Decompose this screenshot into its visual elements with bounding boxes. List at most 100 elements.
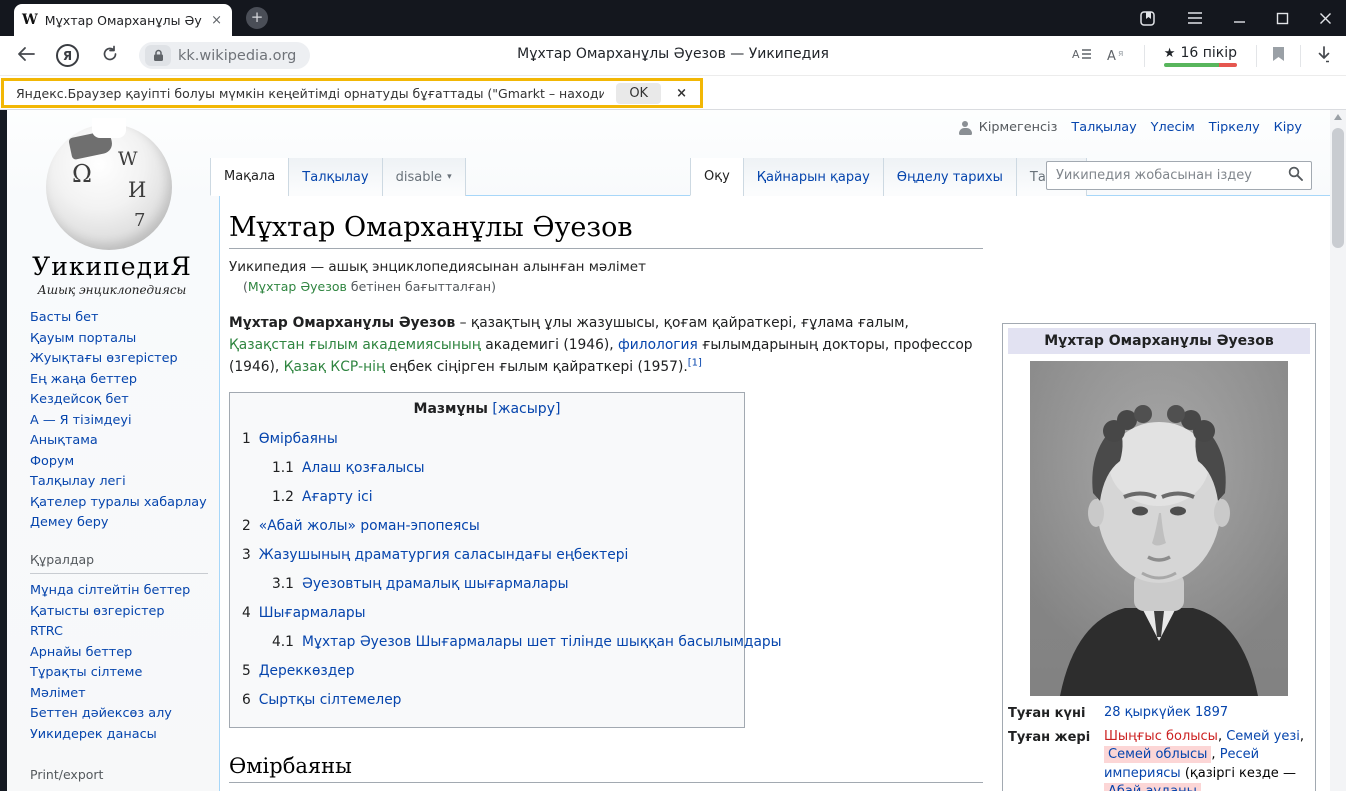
personal-link[interactable]: Тіркелу [1209,120,1260,135]
infobox-rows: Туған күні 28 қыркүйек 1897 Туған жері Ш… [1008,704,1310,791]
sidebar-link[interactable]: Мәлімет [30,684,208,705]
toolbar-page-title: Мұхтар Омарханұлы Әуезов — Уикипедия [517,46,829,62]
infobox-value: 28 қыркүйек 1897 [1104,704,1310,724]
svg-text:A: A [1072,48,1080,61]
toc-link[interactable]: Алаш қозғалысы [302,460,425,476]
tab-read[interactable]: Оқу [690,158,743,196]
text-link[interactable]: Шыңғыс болысы [1104,729,1218,744]
toc-link[interactable]: Өмірбаяны [259,431,338,447]
toc-link[interactable]: Ағарту ісі [302,489,373,505]
toc-number: 3 [242,547,251,563]
ok-button[interactable]: OK [616,83,661,104]
tab-disable[interactable]: disable▾ [382,158,466,196]
menu-icon[interactable] [1187,11,1203,25]
text-link[interactable]: Абай ауданы [1104,783,1201,791]
text-span: Мұхтар Омарханұлы Әуезов [229,315,455,331]
toc-hide-link[interactable]: [жасыру] [492,401,560,417]
sidebar-link[interactable]: Тұрақты сілтеме [30,663,208,684]
bookmark-icon[interactable] [1272,46,1285,66]
notification-row: Яндекс.Браузер қауіпті болуы мүмкін кеңе… [0,76,1346,110]
personal-link[interactable]: Талқылау [1071,120,1136,135]
text-link[interactable]: Семей облысы [1104,746,1211,763]
notification-close-icon[interactable]: × [673,86,690,101]
infobox-value: Шыңғыс болысы, Семей уезі, Семей облысы,… [1104,728,1310,791]
sidebar-link[interactable]: Қателер туралы хабарлау [30,493,208,514]
new-tab-button[interactable]: + [246,7,268,29]
address-bar[interactable]: kk.wikipedia.org [139,42,310,69]
text-link[interactable]: филология [618,337,698,353]
minimize-icon[interactable] [1233,12,1246,25]
tab-history[interactable]: Өңделу тарихы [883,158,1016,196]
text-link[interactable]: [1] [688,357,702,368]
reader-mode-icon[interactable]: A [1072,46,1092,66]
text-link[interactable]: Қазақ КСР-нің [284,359,385,375]
tab-talk[interactable]: Талқылау [288,158,381,196]
lead-paragraph: Мұхтар Омарханұлы Әуезов – қазақтың ұлы … [229,312,973,378]
sidebar-link[interactable]: Ең жаңа беттер [30,370,208,391]
toc-link[interactable]: Дереккөздер [259,663,355,679]
sidebar-link[interactable]: Арнайы беттер [30,643,208,664]
sidebar-link[interactable]: А — Я тізімдеуі [30,411,208,432]
toc-link[interactable]: «Абай жолы» роман-эпопеясы [259,518,480,534]
toc-link[interactable]: Сыртқы сілтемелер [259,692,402,708]
text-link[interactable]: 28 қыркүйек [1104,705,1191,720]
sidebar-link[interactable]: Форум [30,452,208,473]
portrait-image[interactable] [1030,361,1288,696]
search-input[interactable] [1047,168,1288,183]
text-link[interactable]: Мұхтар Әуезов [248,279,347,294]
browser-tab[interactable]: W Мұхтар Омарханұлы Әуезов × [14,4,232,36]
scrollbar[interactable] [1330,110,1346,791]
tab-article[interactable]: Мақала [210,158,288,196]
yandex-icon[interactable]: Я [56,44,79,67]
toc-link[interactable]: Жазушының драматургия саласындағы еңбект… [259,547,629,563]
text-link[interactable]: 1897 [1195,705,1228,720]
scrollbar-up-icon[interactable] [1334,114,1342,120]
toolbar-divider [1144,45,1145,67]
close-icon[interactable] [1319,12,1332,25]
sidebar-link[interactable]: Басты бет [30,308,208,329]
extension-blocked-notification: Яндекс.Браузер қауіпті болуы мүмкін кеңе… [1,78,703,108]
text-link[interactable]: Семей уезі [1226,729,1300,744]
back-icon[interactable] [16,46,36,66]
toc-link[interactable]: Мұхтар Әуезов Шығармалары шет тілінде шы… [302,634,782,650]
search-icon[interactable] [1288,166,1303,185]
sidebar-link[interactable]: Анықтама [30,431,208,452]
sidebar-link[interactable]: Уикидерек данасы [30,725,208,746]
sidebar-link[interactable]: Кездейсоқ бет [30,390,208,411]
download-icon[interactable] [1316,46,1332,67]
refresh-icon[interactable] [101,45,119,67]
sidebar-link[interactable]: Қауым порталы [30,329,208,350]
sidebar: Басты бетҚауым порталыЖуықтағы өзгерісте… [30,308,208,791]
sidebar-link[interactable]: Қатысты өзгерістер [30,602,208,623]
toc-item: 3.1Әуезовтың драмалық шығармалары [242,570,732,599]
tab-close-icon[interactable]: × [209,13,224,28]
search-box[interactable] [1046,161,1312,190]
scrollbar-thumb[interactable] [1332,128,1344,248]
personal-link[interactable]: Үлесім [1151,120,1195,135]
personal-links: Талқылау Үлесім Тіркелу Кіру [1071,120,1302,135]
toc-list: 1Өмірбаяны 1.1Алаш қозғалысы 1.2Ағарту і… [242,425,732,715]
url-text: kk.wikipedia.org [178,48,296,64]
text-link[interactable]: Қазақстан ғылым академиясының [229,337,481,353]
lock-icon[interactable] [145,45,171,66]
tab-view-source[interactable]: Қайнарын қарау [743,158,883,196]
sidebar-link[interactable]: Беттен дәйексөз алу [30,704,208,725]
infobox-title: Мұхтар Омарханұлы Әуезов [1008,328,1310,354]
wikipedia-logo[interactable]: Ω W И 7 УикипедиЯ Ашық энциклопедиясы [18,112,206,297]
sidebar-link[interactable]: Демеу беру [30,513,208,534]
toc-link[interactable]: Әуезовтың драмалық шығармалары [302,576,569,592]
sidebar-link[interactable]: Жуықтағы өзгерістер [30,349,208,370]
maximize-icon[interactable] [1276,12,1289,25]
translate-icon[interactable]: Aя [1107,46,1129,67]
site-rating[interactable]: ★ 16 пікір [1160,45,1241,67]
text-span: (қазіргі кезде — [1181,766,1296,781]
personal-link[interactable]: Кіру [1274,120,1302,135]
infobox-row: Туған күні 28 қыркүйек 1897 [1008,704,1310,724]
sidebar-link[interactable]: RTRC [30,622,208,643]
tab-panel-icon[interactable] [1139,9,1157,27]
toc-item: 4.1Мұхтар Әуезов Шығармалары шет тілінде… [242,628,732,657]
sidebar-link[interactable]: Мұнда сілтейтін беттер [30,581,208,602]
toc-link[interactable]: Шығармалары [259,605,366,621]
sidebar-link[interactable]: Талқылау легі [30,472,208,493]
user-icon [959,121,972,134]
